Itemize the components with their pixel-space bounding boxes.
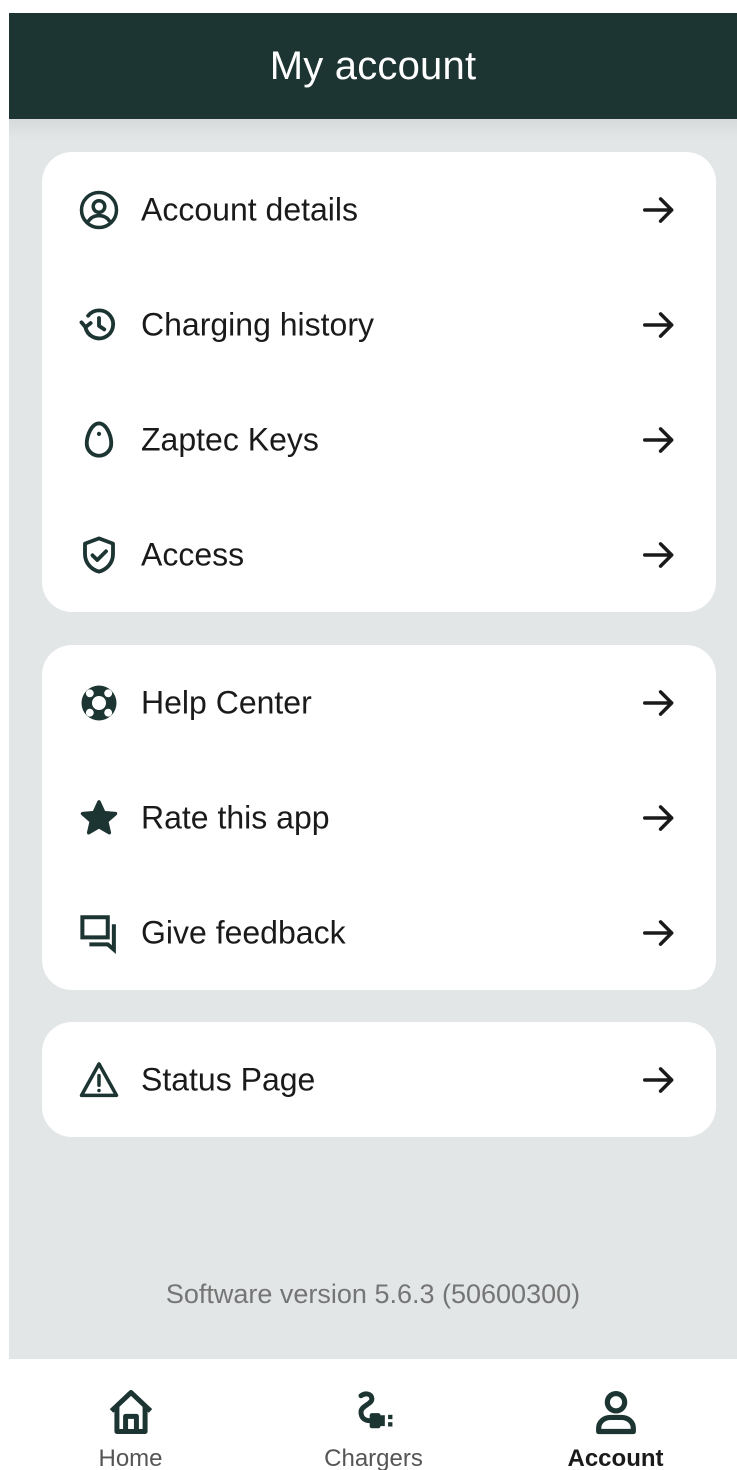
status-menu-card: Status Page: [42, 1022, 716, 1137]
menu-item-label: Account details: [141, 191, 359, 227]
tab-chargers[interactable]: Chargers: [252, 1359, 495, 1470]
arrow-right-icon: [640, 191, 678, 229]
lifebuoy-icon: [76, 680, 122, 726]
menu-item-help-center[interactable]: Help Center: [42, 645, 716, 760]
menu-item-zaptec-keys[interactable]: Zaptec Keys: [42, 382, 716, 497]
app-header: My account: [9, 13, 737, 119]
menu-item-label: Rate this app: [141, 799, 330, 835]
person-icon: [590, 1386, 642, 1438]
bottom-tab-bar: Home Chargers Account: [9, 1359, 737, 1470]
arrow-right-icon: [640, 914, 678, 952]
history-icon: [76, 302, 122, 348]
tab-label: Account: [567, 1445, 664, 1470]
arrow-right-icon: [640, 1061, 678, 1099]
menu-item-label: Status Page: [141, 1061, 316, 1097]
home-icon: [105, 1386, 157, 1438]
arrow-right-icon: [640, 799, 678, 837]
charger-plug-icon: [348, 1386, 400, 1438]
menu-item-status-page[interactable]: Status Page: [42, 1022, 716, 1137]
menu-item-give-feedback[interactable]: Give feedback: [42, 875, 716, 990]
tab-label: Home: [98, 1445, 163, 1470]
arrow-right-icon: [640, 536, 678, 574]
shield-check-icon: [76, 532, 122, 578]
warning-icon: [76, 1057, 122, 1103]
arrow-right-icon: [640, 306, 678, 344]
arrow-right-icon: [640, 684, 678, 722]
menu-item-label: Access: [141, 536, 245, 572]
account-menu-card: Account details Charging history Zaptec …: [42, 152, 716, 612]
key-fob-icon: [76, 417, 122, 463]
tab-home[interactable]: Home: [9, 1359, 252, 1470]
arrow-right-icon: [640, 421, 678, 459]
star-icon: [76, 795, 122, 841]
menu-item-label: Charging history: [141, 306, 374, 342]
tab-label: Chargers: [324, 1445, 423, 1470]
menu-item-rate-app[interactable]: Rate this app: [42, 760, 716, 875]
menu-item-label: Zaptec Keys: [141, 421, 319, 457]
support-menu-card: Help Center Rate this app Give feedback: [42, 645, 716, 990]
page-title: My account: [269, 43, 477, 88]
menu-item-charging-history[interactable]: Charging history: [42, 267, 716, 382]
menu-item-label: Give feedback: [141, 914, 346, 950]
menu-item-label: Help Center: [141, 684, 312, 720]
header-shadow: [9, 119, 737, 139]
software-version: Software version 5.6.3 (50600300): [165, 1279, 581, 1309]
account-screen: My account Account details Charging hist…: [9, 13, 737, 1470]
account-circle-icon: [76, 187, 122, 233]
tab-account[interactable]: Account: [494, 1359, 737, 1470]
feedback-icon: [76, 910, 122, 956]
menu-item-account-details[interactable]: Account details: [42, 152, 716, 267]
menu-item-access[interactable]: Access: [42, 497, 716, 612]
